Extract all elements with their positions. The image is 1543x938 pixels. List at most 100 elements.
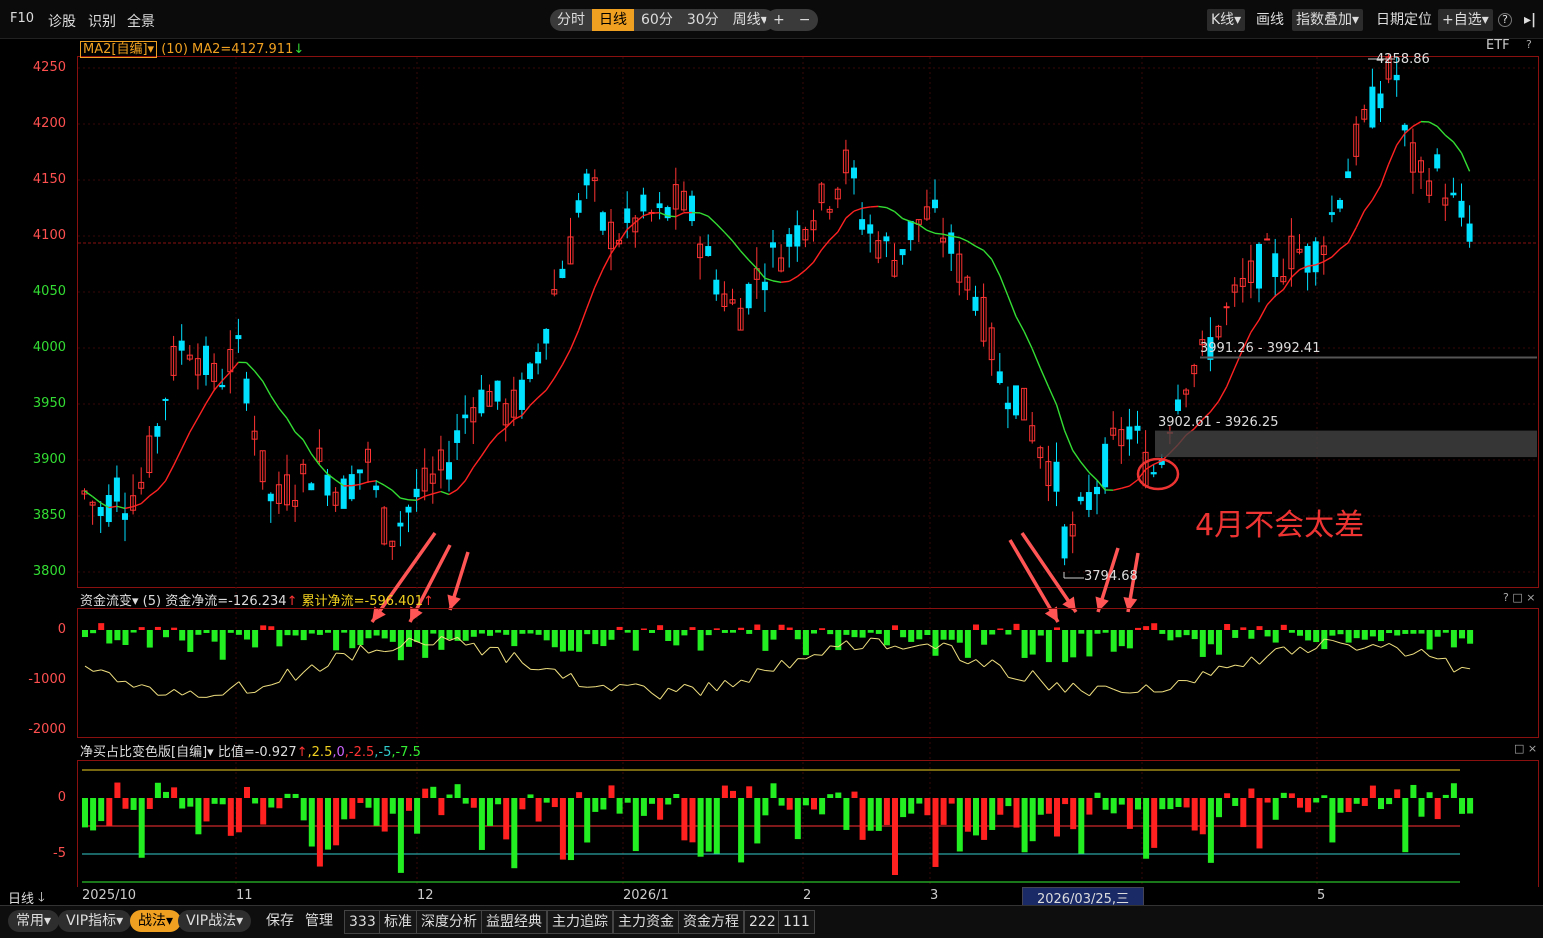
ma-segment bbox=[400, 498, 408, 500]
ma-segment bbox=[182, 432, 190, 449]
candle-body bbox=[1224, 307, 1229, 308]
x-label: 3 bbox=[930, 888, 938, 903]
ma-segment bbox=[895, 211, 903, 218]
group-common[interactable]: 常用▾ bbox=[8, 910, 59, 932]
candle-body bbox=[1378, 94, 1383, 108]
ma-segment bbox=[1016, 316, 1024, 331]
candle-body bbox=[625, 209, 630, 222]
ma-segment bbox=[376, 481, 384, 485]
candle-body bbox=[1151, 473, 1156, 474]
ratio-legend: 净买占比变色版[自编]▾ 比值=-0.927↑,2.5,0,-2.5,-5,-7… bbox=[80, 741, 421, 760]
ma-segment bbox=[1040, 368, 1048, 386]
ma-segment bbox=[295, 432, 303, 440]
tab-save[interactable]: 保存 bbox=[262, 910, 298, 932]
candle-body bbox=[1265, 239, 1270, 240]
tab-main-funds[interactable]: 主力资金 bbox=[613, 910, 679, 934]
x-label: 12 bbox=[417, 888, 434, 903]
tab-manage[interactable]: 管理 bbox=[301, 910, 337, 932]
tab-deep-analysis[interactable]: 深度分析 bbox=[416, 910, 482, 934]
ratio-close-icon[interactable]: × bbox=[1528, 742, 1537, 755]
ma-segment bbox=[425, 494, 433, 496]
flow-param: (5) bbox=[143, 594, 161, 609]
group-strategy[interactable]: 战法▾ bbox=[130, 910, 181, 932]
candle-body bbox=[106, 496, 111, 522]
candle-body bbox=[98, 508, 103, 516]
ma-segment bbox=[1453, 142, 1461, 153]
candle-body bbox=[495, 381, 500, 401]
ma-segment bbox=[1389, 145, 1397, 164]
ma-segment bbox=[230, 362, 238, 372]
ma-segment bbox=[781, 281, 789, 282]
ratio-indicator-selector[interactable]: 净买占比变色版[自编]▾ bbox=[80, 745, 214, 760]
ratio-maximize-icon[interactable]: □ bbox=[1514, 742, 1524, 755]
ma-segment bbox=[814, 250, 822, 262]
ma-segment bbox=[546, 378, 554, 390]
ma-segment bbox=[862, 207, 870, 208]
candle-body bbox=[641, 195, 646, 211]
ma-segment bbox=[449, 490, 457, 495]
tab-222[interactable]: 222 bbox=[744, 910, 781, 934]
x-label: 5 bbox=[1317, 888, 1325, 903]
ma-segment bbox=[716, 224, 724, 232]
x-axis: 日线🡓 2025/10 11 12 2026/1 2 3 2026/03/25,… bbox=[0, 887, 1543, 905]
ma-segment bbox=[846, 211, 854, 218]
tab-classic[interactable]: 益盟经典 bbox=[481, 910, 547, 934]
candle-body bbox=[787, 235, 792, 247]
ma-segment bbox=[319, 465, 327, 474]
candle-body bbox=[714, 280, 719, 294]
ma-segment bbox=[1340, 243, 1348, 249]
y-tick-label: 0 bbox=[6, 790, 66, 805]
candle-body bbox=[690, 196, 695, 220]
ma-segment bbox=[1324, 257, 1332, 262]
ratio-param-3: ,-2.5 bbox=[345, 745, 375, 760]
ma-segment bbox=[886, 208, 894, 212]
tab-main-tracking[interactable]: 主力追踪 bbox=[547, 910, 613, 934]
ma-segment bbox=[700, 213, 708, 216]
group-vip-indicator[interactable]: VIP指标▾ bbox=[58, 910, 131, 932]
gap-label-lower: 3902.61 - 3926.25 bbox=[1158, 415, 1278, 430]
tab-111[interactable]: 111 bbox=[778, 910, 815, 934]
ma-segment bbox=[263, 381, 271, 396]
ma-segment bbox=[1283, 277, 1291, 289]
net-flow-arrow: ↑ bbox=[287, 594, 298, 609]
ma-segment bbox=[870, 206, 878, 207]
candle-body bbox=[544, 329, 549, 343]
ma-segment bbox=[562, 349, 570, 364]
ma-segment bbox=[1356, 211, 1364, 228]
candle-body bbox=[1014, 386, 1019, 415]
candle-body bbox=[398, 523, 403, 526]
highlight-circle bbox=[1138, 459, 1178, 489]
flow-help-icon[interactable]: ? bbox=[1503, 591, 1509, 604]
group-vip-strategy[interactable]: VIP战法▾ bbox=[178, 910, 251, 932]
ma-segment bbox=[255, 371, 263, 381]
ma-segment bbox=[303, 440, 311, 454]
tab-fund-equation[interactable]: 资金方程 bbox=[678, 910, 744, 934]
candle-body bbox=[236, 336, 241, 339]
candle-body bbox=[325, 475, 330, 495]
flow-panel-controls: ? □ × bbox=[1503, 591, 1535, 604]
candle-body bbox=[1095, 487, 1100, 493]
candle-body bbox=[1078, 497, 1083, 500]
ma-segment bbox=[1275, 290, 1283, 296]
ma-segment bbox=[1065, 431, 1073, 451]
ma-segment bbox=[1081, 462, 1089, 472]
candle-body bbox=[973, 297, 978, 310]
candle-body bbox=[123, 514, 128, 520]
bottom-toolbar: 常用▾ VIP指标▾ 战法▾ VIP战法▾ 保存 管理 333 标准 深度分析 … bbox=[0, 905, 1543, 938]
ma-segment bbox=[579, 309, 587, 331]
flow-maximize-icon[interactable]: □ bbox=[1512, 591, 1522, 604]
candle-body bbox=[1135, 426, 1140, 430]
tab-standard[interactable]: 标准 bbox=[379, 910, 417, 934]
ma-segment bbox=[287, 418, 295, 432]
cum-flow-arrow: ↑ bbox=[423, 594, 434, 609]
ma-segment bbox=[959, 238, 967, 242]
flow-close-icon[interactable]: × bbox=[1526, 591, 1535, 604]
ma-segment bbox=[1259, 305, 1267, 320]
ratio-param-4: ,-5 bbox=[374, 745, 391, 760]
tab-333[interactable]: 333 bbox=[344, 910, 381, 934]
flow-indicator-selector[interactable]: 资金流变▾ bbox=[80, 594, 139, 609]
ma-segment bbox=[1089, 472, 1097, 480]
candle-body bbox=[771, 243, 776, 247]
ma-segment bbox=[1437, 126, 1445, 135]
ma-segment bbox=[676, 213, 684, 217]
